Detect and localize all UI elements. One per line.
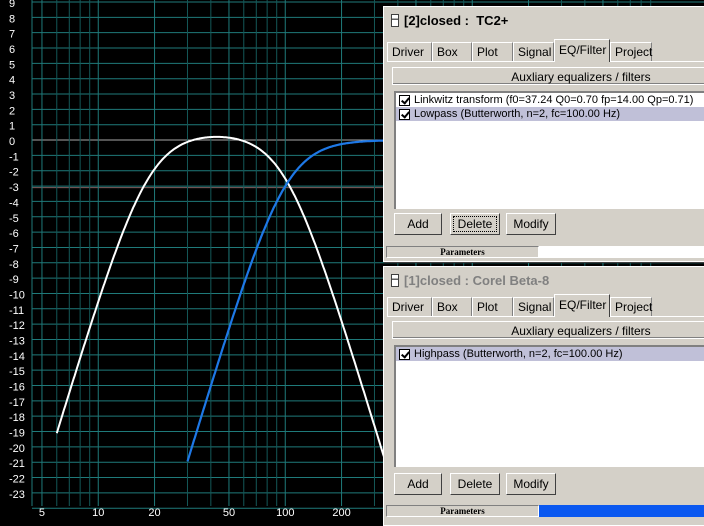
status-bar: Parameters [386, 246, 704, 258]
tab-panel [387, 61, 704, 62]
progress-bar [539, 246, 704, 258]
y-tick-label: -9 [9, 274, 19, 286]
y-tick-label: -2 [9, 167, 19, 179]
y-tick-label: -19 [9, 428, 25, 440]
tab-eq-filter[interactable]: EQ/Filter [554, 294, 610, 317]
y-tick-label: -18 [9, 412, 25, 424]
filter-list[interactable]: Linkwitz transform (f0=37.24 Q0=0.70 fp=… [394, 91, 704, 209]
y-tick-label: 7 [9, 29, 15, 41]
filter-enabled-checkbox[interactable] [399, 108, 410, 120]
progress-bar [539, 505, 704, 517]
y-tick-label: 4 [9, 75, 15, 87]
filter-list[interactable]: Highpass (Butterworth, n=2, fc=100.00 Hz… [394, 345, 704, 467]
tab-plot[interactable]: Plot [472, 297, 513, 317]
delete-button[interactable]: Delete [450, 213, 500, 235]
add-button[interactable]: Add [394, 213, 442, 235]
x-tick-label: 20 [148, 507, 160, 519]
section-label: Auxliary equalizers / filters [392, 321, 704, 339]
y-tick-label: -20 [9, 443, 25, 455]
tab-driver[interactable]: Driver [387, 42, 432, 62]
tab-plot[interactable]: Plot [472, 42, 513, 62]
x-tick-label: 100 [276, 507, 294, 519]
y-tick-label: -13 [9, 335, 25, 347]
y-tick-label: -23 [9, 489, 25, 501]
y-tick-label: -10 [9, 289, 25, 301]
y-tick-label: 1 [9, 121, 15, 133]
delete-button[interactable]: Delete [450, 473, 500, 495]
filter-item-linkwitz[interactable]: Linkwitz transform (f0=37.24 Q0=0.70 fp=… [396, 93, 704, 107]
y-tick-label: -1 [9, 151, 19, 163]
section-label: Auxliary equalizers / filters [392, 67, 704, 85]
y-tick-label: -5 [9, 213, 19, 225]
tab-project[interactable]: Project [610, 297, 652, 317]
y-tick-label: 3 [9, 90, 15, 102]
tab-signal[interactable]: Signal [513, 42, 554, 62]
filter-window-corel[interactable]: [1]closed : Corel Beta-8 Driver Box Plot… [383, 266, 704, 526]
filter-enabled-checkbox[interactable] [399, 94, 410, 106]
tab-box[interactable]: Box [432, 42, 472, 62]
modify-button[interactable]: Modify [506, 473, 556, 495]
window-title: [1]closed : Corel Beta-8 [404, 272, 550, 288]
tab-eq-filter[interactable]: EQ/Filter [554, 39, 610, 62]
modify-button[interactable]: Modify [506, 213, 556, 235]
y-tick-label: -4 [9, 197, 19, 209]
tab-box[interactable]: Box [432, 297, 472, 317]
y-tick-label: 5 [9, 59, 15, 71]
x-axis-tick-labels: 5 10 20 50 100 200 [39, 507, 351, 519]
x-tick-label: 50 [223, 507, 235, 519]
y-tick-label: -15 [9, 366, 25, 378]
x-tick-label: 10 [92, 507, 104, 519]
y-tick-label: 6 [9, 44, 15, 56]
y-tick-label: -7 [9, 243, 19, 255]
y-tick-label: 9 [9, 0, 15, 10]
window-titlebar[interactable]: [1]closed : Corel Beta-8 [386, 269, 704, 291]
tab-driver[interactable]: Driver [387, 297, 432, 317]
parameters-label: Parameters [386, 505, 539, 517]
y-axis-tick-labels: 9 8 7 6 5 4 3 2 1 0 -1 -2 -3 -4 -5 -6 -7 -8 -9 -10 -11 -12 -13… [9, 0, 25, 501]
y-tick-label: 8 [9, 13, 15, 25]
x-tick-label: 5 [39, 507, 45, 519]
window-system-icon[interactable] [391, 13, 399, 27]
window-title: [2]closed : TC2+ [404, 12, 509, 28]
filter-item-highpass[interactable]: Highpass (Butterworth, n=2, fc=100.00 Hz… [396, 347, 704, 361]
y-tick-label: -6 [9, 228, 19, 240]
tab-strip: Driver Box Plot Signal EQ/Filter Project [387, 39, 704, 62]
y-tick-label: -16 [9, 382, 25, 394]
filter-label: Highpass (Butterworth, n=2, fc=100.00 Hz… [414, 348, 623, 360]
y-tick-label: -12 [9, 320, 25, 332]
y-tick-label: 2 [9, 105, 15, 117]
tab-panel [387, 316, 704, 317]
tab-signal[interactable]: Signal [513, 297, 554, 317]
y-tick-label: -8 [9, 259, 19, 271]
y-tick-label: -3 [9, 182, 19, 194]
filter-label: Lowpass (Butterworth, n=2, fc=100.00 Hz) [414, 108, 621, 120]
filter-label: Linkwitz transform (f0=37.24 Q0=0.70 fp=… [414, 94, 694, 106]
x-tick-label: 200 [332, 507, 350, 519]
y-tick-label: -14 [9, 351, 25, 363]
filter-item-lowpass[interactable]: Lowpass (Butterworth, n=2, fc=100.00 Hz) [396, 107, 704, 121]
add-button[interactable]: Add [394, 473, 442, 495]
tab-project[interactable]: Project [610, 42, 652, 62]
parameters-label: Parameters [386, 246, 539, 258]
window-system-icon[interactable] [391, 273, 399, 287]
y-tick-label: -22 [9, 474, 25, 486]
window-titlebar[interactable]: [2]closed : TC2+ [386, 9, 704, 31]
y-tick-label: 0 [9, 136, 15, 148]
filter-window-tc2[interactable]: [2]closed : TC2+ Driver Box Plot Signal … [383, 6, 704, 262]
y-tick-label: -21 [9, 458, 25, 470]
y-tick-label: -11 [9, 305, 24, 317]
status-bar: Parameters [386, 505, 704, 517]
filter-enabled-checkbox[interactable] [399, 348, 410, 360]
tab-strip: Driver Box Plot Signal EQ/Filter Project [387, 294, 704, 317]
y-tick-label: -17 [9, 397, 25, 409]
